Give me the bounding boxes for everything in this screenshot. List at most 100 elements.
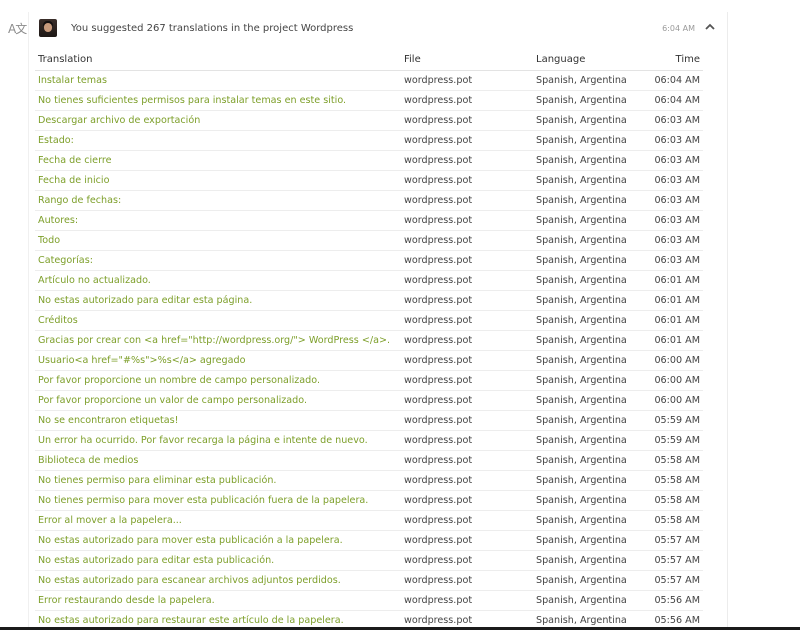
language-cell: Spanish, Argentina xyxy=(536,115,627,126)
table-row: Todo wordpress.pot Spanish, Argentina 06:03… xyxy=(35,231,703,251)
translation-cell[interactable]: Créditos xyxy=(38,314,78,327)
time-cell: 05:58 AM xyxy=(654,475,700,486)
time-cell: 06:04 AM xyxy=(654,75,700,86)
file-cell: wordpress.pot xyxy=(404,595,473,606)
language-cell: Spanish, Argentina xyxy=(536,415,627,426)
file-cell: wordpress.pot xyxy=(404,555,473,566)
activity-summary: You suggested 267 translations in the pr… xyxy=(71,22,353,36)
file-cell: wordpress.pot xyxy=(404,135,473,146)
translate-icon: A文 xyxy=(8,22,27,36)
translation-cell[interactable]: Fecha de cierre xyxy=(38,154,111,167)
collapse-button[interactable] xyxy=(703,21,717,33)
translation-cell[interactable]: Instalar temas xyxy=(38,74,107,87)
language-cell: Spanish, Argentina xyxy=(536,395,627,406)
table-header: Translation File Language Time xyxy=(35,50,703,71)
time-cell: 05:57 AM xyxy=(654,535,700,546)
time-cell: 06:01 AM xyxy=(654,295,700,306)
translation-cell[interactable]: Todo xyxy=(38,234,60,247)
table-row: Autores: wordpress.pot Spanish, Argentina 0… xyxy=(35,211,703,231)
language-cell: Spanish, Argentina xyxy=(536,95,627,106)
time-cell: 06:04 AM xyxy=(654,95,700,106)
table-row: No estas autorizado para mover esta publ… xyxy=(35,531,703,551)
translation-cell[interactable]: Por favor proporcione un valor de campo … xyxy=(38,394,307,407)
table-row: Por favor proporcione un nombre de campo… xyxy=(35,371,703,391)
language-cell: Spanish, Argentina xyxy=(536,515,627,526)
table-row: Categorías: wordpress.pot Spanish, Argenti… xyxy=(35,251,703,271)
language-cell: Spanish, Argentina xyxy=(536,535,627,546)
translation-cell[interactable]: Rango de fechas: xyxy=(38,194,121,207)
file-cell: wordpress.pot xyxy=(404,75,473,86)
translation-cell[interactable]: Usuario<a href="#%s">%s</a> agregado xyxy=(38,354,245,367)
time-cell: 06:03 AM xyxy=(654,155,700,166)
translation-cell[interactable]: Error al mover a la papelera... xyxy=(38,514,182,527)
table-row: No tienes permiso para mover esta public… xyxy=(35,491,703,511)
column-header-translation: Translation xyxy=(38,54,93,65)
column-header-time: Time xyxy=(675,54,700,65)
language-cell: Spanish, Argentina xyxy=(536,495,627,506)
translation-cell[interactable]: Descargar archivo de exportación xyxy=(38,114,200,127)
time-cell: 05:58 AM xyxy=(654,455,700,466)
activity-card: You suggested 267 translations in the pr… xyxy=(28,12,728,630)
column-header-file: File xyxy=(404,54,421,65)
table-row: No tienes suficientes permisos para inst… xyxy=(35,91,703,111)
translation-cell[interactable]: Autores: xyxy=(38,214,78,227)
translation-cell[interactable]: No tienes suficientes permisos para inst… xyxy=(38,94,346,107)
translation-cell[interactable]: No se encontraron etiquetas! xyxy=(38,414,178,427)
translation-cell[interactable]: No estas autorizado para editar esta pub… xyxy=(38,554,274,567)
file-cell: wordpress.pot xyxy=(404,335,473,346)
translation-cell[interactable]: Un error ha ocurrido. Por favor recarga … xyxy=(38,434,368,447)
translation-cell[interactable]: No estas autorizado para mover esta publ… xyxy=(38,534,343,547)
file-cell: wordpress.pot xyxy=(404,235,473,246)
file-cell: wordpress.pot xyxy=(404,175,473,186)
file-cell: wordpress.pot xyxy=(404,95,473,106)
language-cell: Spanish, Argentina xyxy=(536,195,627,206)
table-row: Error al mover a la papelera... wordpress… xyxy=(35,511,703,531)
file-cell: wordpress.pot xyxy=(404,535,473,546)
translation-cell[interactable]: No estas autorizado para editar esta pág… xyxy=(38,294,252,307)
translation-cell[interactable]: Biblioteca de medios xyxy=(38,454,138,467)
column-header-language: Language xyxy=(536,54,586,65)
time-cell: 06:01 AM xyxy=(654,315,700,326)
project-name[interactable]: Wordpress xyxy=(301,23,354,34)
translation-cell[interactable]: Por favor proporcione un nombre de campo… xyxy=(38,374,320,387)
language-cell: Spanish, Argentina xyxy=(536,215,627,226)
table-row: No se encontraron etiquetas! wordpress.po… xyxy=(35,411,703,431)
translation-cell[interactable]: Fecha de inicio xyxy=(38,174,109,187)
activity-page: A文 You suggested 267 translations in the… xyxy=(0,0,800,630)
translation-cell[interactable]: Error restaurando desde la papelera. xyxy=(38,594,215,607)
time-cell: 06:00 AM xyxy=(654,355,700,366)
file-cell: wordpress.pot xyxy=(404,275,473,286)
table-row: Por favor proporcione un valor de campo … xyxy=(35,391,703,411)
table-row: No tienes permiso para eliminar esta pub… xyxy=(35,471,703,491)
file-cell: wordpress.pot xyxy=(404,495,473,506)
time-cell: 05:59 AM xyxy=(654,415,700,426)
translation-cell[interactable]: No estas autorizado para restaurar este … xyxy=(38,614,344,627)
time-cell: 05:56 AM xyxy=(654,615,700,626)
time-cell: 05:58 AM xyxy=(654,515,700,526)
language-cell: Spanish, Argentina xyxy=(536,75,627,86)
translation-cell[interactable]: No tienes permiso para mover esta public… xyxy=(38,494,368,507)
translation-cell[interactable]: Gracias por crear con <a href="http://wo… xyxy=(38,334,390,347)
translation-cell[interactable]: Artículo no actualizado. xyxy=(38,274,151,287)
file-cell: wordpress.pot xyxy=(404,515,473,526)
language-cell: Spanish, Argentina xyxy=(536,355,627,366)
file-cell: wordpress.pot xyxy=(404,195,473,206)
file-cell: wordpress.pot xyxy=(404,455,473,466)
translation-cell[interactable]: No estas autorizado para escanear archiv… xyxy=(38,574,341,587)
translation-cell[interactable]: Categorías: xyxy=(38,254,93,267)
table-row: Usuario<a href="#%s">%s</a> agregado word… xyxy=(35,351,703,371)
avatar[interactable] xyxy=(39,19,57,37)
time-cell: 06:01 AM xyxy=(654,275,700,286)
file-cell: wordpress.pot xyxy=(404,215,473,226)
table-row: Gracias por crear con <a href="http://wo… xyxy=(35,331,703,351)
language-cell: Spanish, Argentina xyxy=(536,235,627,246)
language-cell: Spanish, Argentina xyxy=(536,475,627,486)
time-cell: 06:03 AM xyxy=(654,255,700,266)
language-cell: Spanish, Argentina xyxy=(536,375,627,386)
file-cell: wordpress.pot xyxy=(404,435,473,446)
translation-cell[interactable]: Estado: xyxy=(38,134,74,147)
translation-cell[interactable]: No tienes permiso para eliminar esta pub… xyxy=(38,474,276,487)
language-cell: Spanish, Argentina xyxy=(536,615,627,626)
file-cell: wordpress.pot xyxy=(404,355,473,366)
language-cell: Spanish, Argentina xyxy=(536,155,627,166)
